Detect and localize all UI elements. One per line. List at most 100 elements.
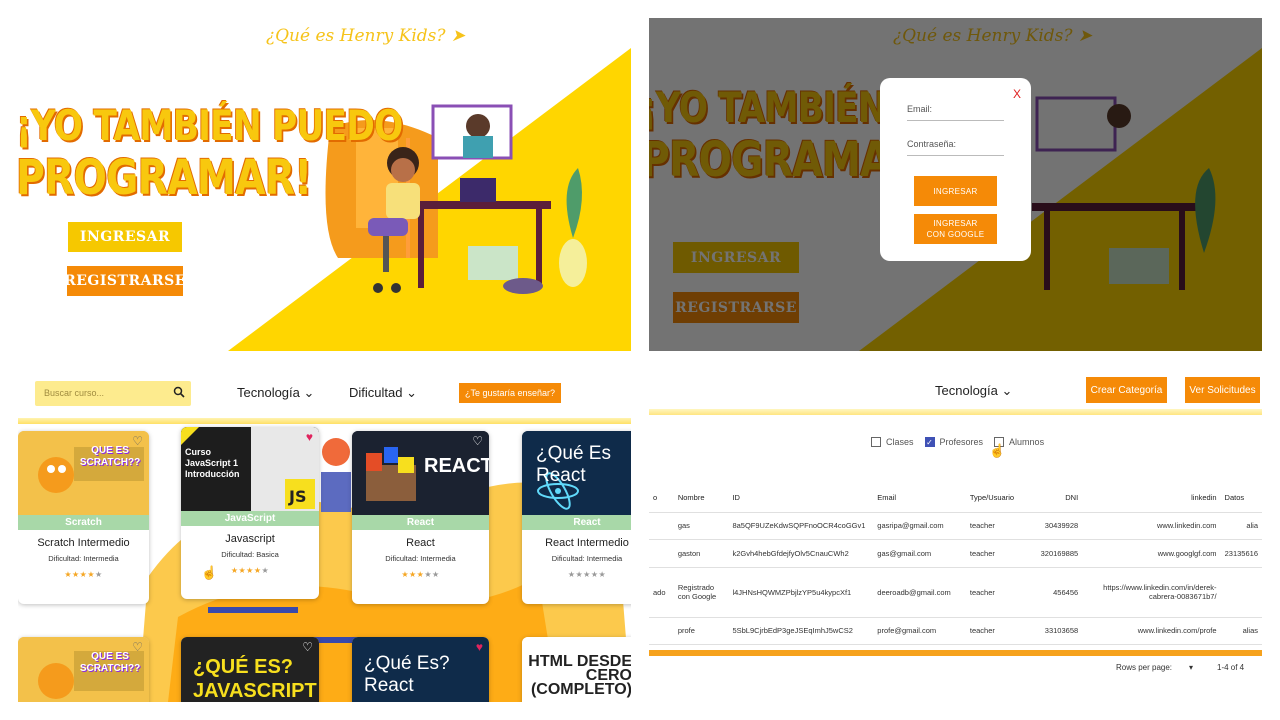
thumbnail-text: REACT <box>424 455 489 477</box>
course-card[interactable]: ¿QUÉ ES? JAVASCRIPT ♡ <box>181 637 319 702</box>
search-input[interactable]: Buscar curso... <box>35 381 191 406</box>
header-divider <box>18 418 631 424</box>
table-cell: www.googlgf.com <box>1082 539 1221 568</box>
login-modal-screen: ¿Qué es Henry Kids? ➤ ¡YO TAMBIÉN PUEDO … <box>649 18 1262 351</box>
table-cell: 456456 <box>1032 567 1083 618</box>
course-difficulty: Dificultad: Intermedia <box>385 554 456 563</box>
favorite-heart-icon[interactable]: ♡ <box>132 640 143 654</box>
svg-text:JS: JS <box>288 487 306 506</box>
table-cell: Registrado con Google <box>673 567 729 618</box>
login-button[interactable]: INGRESAR <box>68 222 182 252</box>
favorite-heart-icon[interactable]: ♡ <box>132 434 143 448</box>
column-header[interactable]: Nombre <box>673 484 729 513</box>
course-tech-band: React <box>352 515 489 530</box>
favorite-heart-icon[interactable]: ♥ <box>476 640 483 654</box>
course-tech-band: React <box>522 515 631 530</box>
classes-filter-label: Clases <box>886 437 914 447</box>
table-cell: 5SbL9CjrbEdP3geJSEqImhJ5wCS2 <box>728 617 874 645</box>
henry-kids-link[interactable]: ¿Qué es Henry Kids? ➤ <box>266 26 465 46</box>
course-thumbnail: QUE ES SCRATCH?? <box>18 637 149 702</box>
table-cell: teacher <box>965 567 1033 618</box>
table-cell <box>649 539 674 568</box>
column-header[interactable]: Datos <box>1220 484 1262 513</box>
hero-line-2: PROGRAMAR! <box>18 150 312 206</box>
thumbnail-text: ¿Qué Es? React <box>364 653 450 696</box>
rows-per-page-select[interactable]: ▾ <box>1189 663 1193 672</box>
column-header[interactable]: Type/Usuario <box>965 484 1033 513</box>
close-icon[interactable]: X <box>1013 87 1021 101</box>
course-card[interactable]: QUE ES SCRATCH?? ♡ Scratch Scratch Inter… <box>18 431 149 604</box>
table-cell: www.linkedin.com <box>1082 512 1221 540</box>
difficulty-dropdown[interactable]: Dificultad ⌄ <box>349 385 417 401</box>
course-thumbnail: ¿Qué Es? React <box>352 637 489 702</box>
course-thumbnail: ¿Qué Es React <box>522 431 631 515</box>
students-filter-label: Alumnos <box>1009 437 1045 447</box>
table-row[interactable]: profe 5SbL9CjrbEdP3geJSEqImhJ5wCS2 profe… <box>649 617 1262 645</box>
table-row[interactable]: ado Registrado con Google l4JHNsHQWMZPbj… <box>649 567 1262 618</box>
course-thumbnail: HTML DESDE CERO (COMPLETO) <box>522 637 631 702</box>
course-card[interactable]: JS Curso JavaScript 1 Introducción ♥ Jav… <box>181 427 319 599</box>
table-cell <box>649 617 674 645</box>
table-row[interactable]: gas 8a5QF9UZeKdwSQPFnoOCR4coGGv1 gasripa… <box>649 512 1262 540</box>
column-header[interactable]: Email <box>873 484 966 513</box>
course-thumbnail: REACT <box>352 431 489 515</box>
course-difficulty: Dificultad: Basica <box>221 550 279 559</box>
topbar-divider <box>649 409 1262 415</box>
column-header[interactable]: ID <box>728 484 874 513</box>
google-login-button[interactable]: INGRESAR CON GOOGLE <box>914 214 997 244</box>
modal-login-button[interactable]: INGRESAR <box>914 176 997 206</box>
search-placeholder: Buscar curso... <box>44 388 105 398</box>
rows-per-page-label: Rows per page: <box>1116 663 1173 672</box>
table-cell <box>649 512 674 540</box>
type-filters: Clases ✓ Profesores Alumnos <box>871 437 1044 447</box>
table-cell: 33103658 <box>1032 617 1083 645</box>
search-icon[interactable] <box>173 386 185 398</box>
course-card[interactable]: ¿Qué Es React ♡ React React Intermedio D… <box>522 431 631 604</box>
course-card[interactable]: ¿Qué Es? React ♥ <box>352 637 489 702</box>
favorite-heart-icon[interactable]: ♥ <box>306 430 313 444</box>
course-rating-stars: ★★★★★ <box>64 570 103 579</box>
table-cell: teacher <box>965 539 1033 568</box>
table-cell: profe <box>673 617 729 645</box>
table-cell: k2Gvh4hebGfdejfyOlv5CnauCWh2 <box>728 539 874 568</box>
thumbnail-text: Curso JavaScript 1 Introducción <box>185 447 240 479</box>
course-tech-band: Scratch <box>18 515 149 530</box>
email-field[interactable]: Email: <box>907 104 1004 121</box>
google-button-line-1: INGRESAR <box>933 219 978 228</box>
users-table: o Nombre ID Email Type/Usuario DNI linke… <box>649 484 1262 645</box>
teachers-filter-label: Profesores <box>939 437 984 447</box>
course-card[interactable]: HTML DESDE CERO (COMPLETO) <box>522 637 631 702</box>
thumbnail-text: HTML DESDE CERO (COMPLETO) <box>528 653 631 698</box>
course-card[interactable]: QUE ES SCRATCH?? ♡ <box>18 637 149 702</box>
teach-button[interactable]: ¿Te gustaría enseñar? <box>459 383 562 403</box>
table-cell: 30439928 <box>1032 512 1083 540</box>
column-header[interactable]: linkedin <box>1082 484 1221 513</box>
password-field[interactable]: Contraseña: <box>907 139 1004 156</box>
hero-title: ¡YO TAMBIÉN PUEDO PROGRAMAR! <box>18 100 403 204</box>
course-card[interactable]: REACT ♡ React React Dificultad: Intermed… <box>352 431 489 604</box>
course-thumbnail: QUE ES SCRATCH?? <box>18 431 149 515</box>
technology-dropdown[interactable]: Tecnología ⌄ <box>935 383 1012 399</box>
column-header[interactable]: o <box>649 484 674 513</box>
course-difficulty: Dificultad: Intermedia <box>551 554 623 563</box>
send-icon: ➤ <box>450 26 466 46</box>
technology-dropdown[interactable]: Tecnología ⌄ <box>237 385 314 401</box>
register-button[interactable]: REGISTRARSE <box>64 266 185 296</box>
teachers-checkbox[interactable]: ✓ <box>924 437 935 447</box>
hand-cursor-icon: ☝ <box>989 443 1006 458</box>
table-cell: 320169885 <box>1032 539 1083 568</box>
table-cell: alia <box>1220 512 1262 540</box>
favorite-heart-icon[interactable]: ♡ <box>472 434 483 448</box>
table-cell: l4JHNsHQWMZPbjlzYP5u4kypcXf1 <box>728 567 874 618</box>
favorite-heart-icon[interactable]: ♡ <box>302 640 313 654</box>
create-category-button[interactable]: Crear Categoría <box>1086 377 1167 403</box>
course-thumbnail: JS Curso JavaScript 1 Introducción <box>181 427 319 511</box>
classes-checkbox[interactable] <box>871 437 881 447</box>
table-row[interactable]: gaston k2Gvh4hebGfdejfyOlv5CnauCWh2 gas@… <box>649 539 1262 568</box>
table-footer-divider <box>649 650 1262 656</box>
column-header[interactable]: DNI <box>1032 484 1083 513</box>
table-cell: ado <box>649 567 674 618</box>
table-cell: deeroadb@gmail.com <box>873 567 966 618</box>
course-name: Scratch Intermedio <box>37 537 130 549</box>
view-requests-button[interactable]: Ver Solicitudes <box>1185 377 1260 403</box>
